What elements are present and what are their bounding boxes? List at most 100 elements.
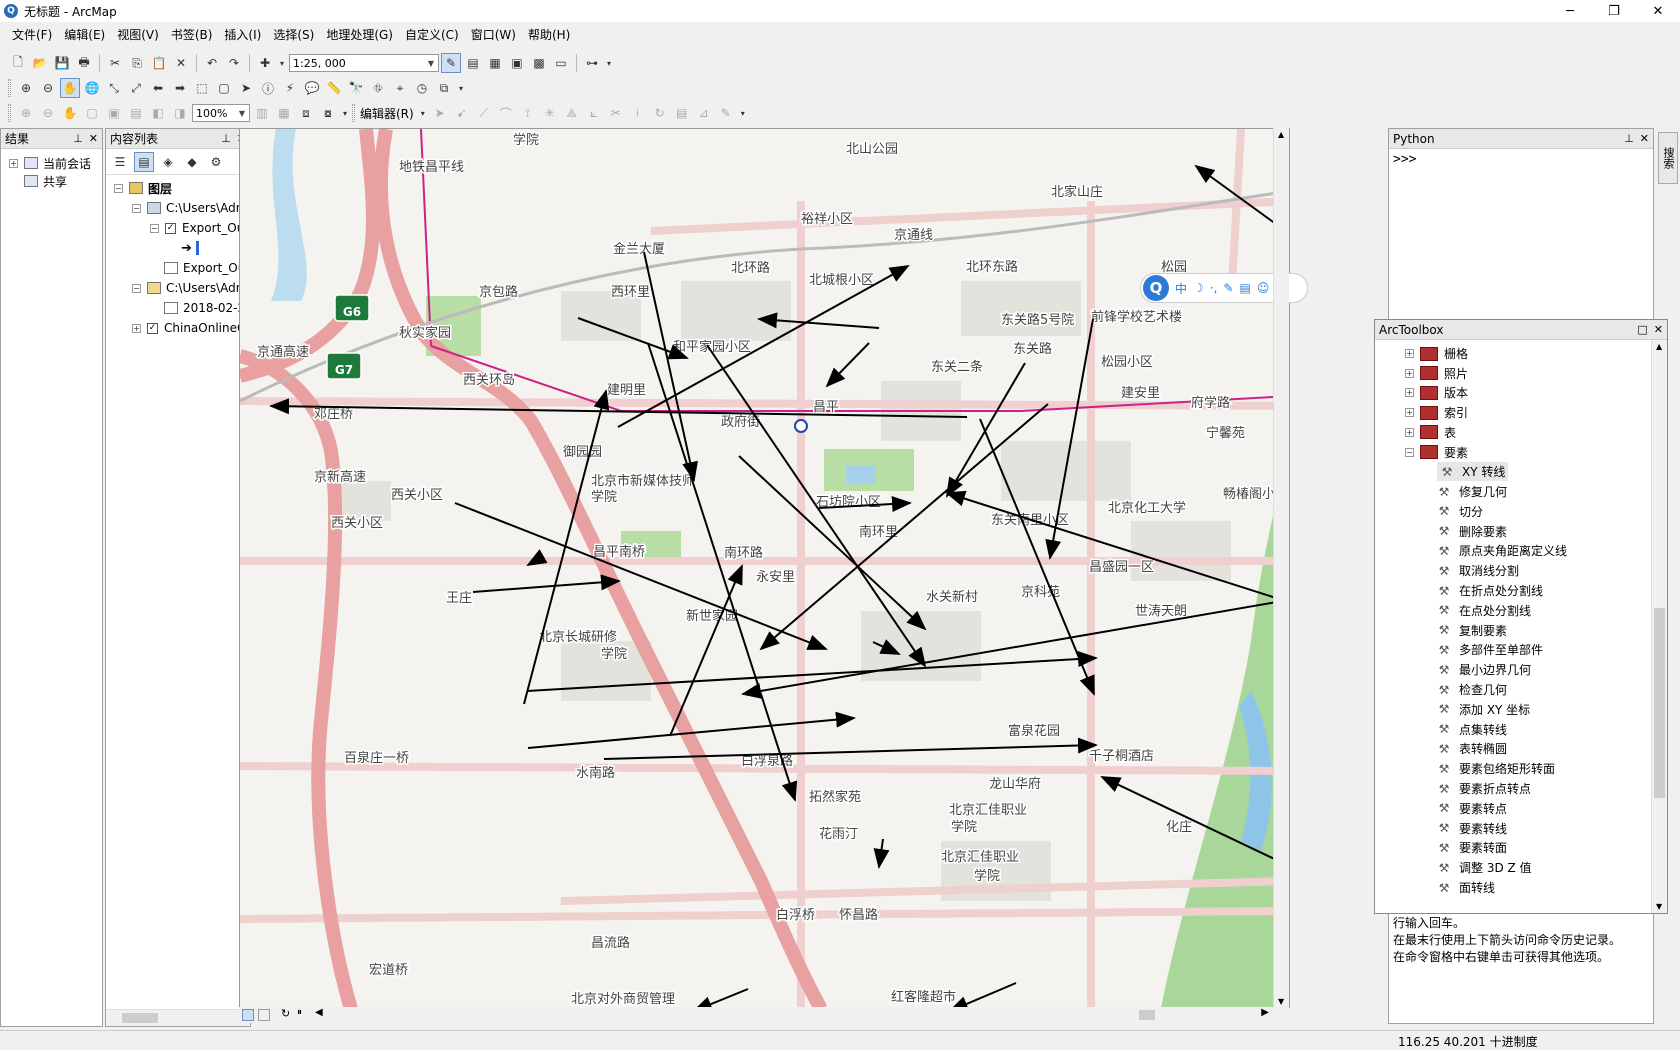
attributes-icon[interactable]: ▤ — [672, 103, 692, 123]
open-folder-icon[interactable]: 📂 — [30, 53, 50, 73]
toc-horizontal-scrollbar[interactable] — [106, 1009, 250, 1026]
collapse-icon[interactable]: − — [132, 203, 141, 213]
cut-polygons-icon[interactable]: ✂ — [606, 103, 626, 123]
scroll-down-icon[interactable]: ▼ — [1656, 902, 1662, 911]
scroll-down-icon[interactable]: ▼ — [1278, 997, 1284, 1006]
toolbox-tool[interactable]: ⚒ 在折点处分割线 — [1437, 581, 1543, 600]
toolbox-tool[interactable]: ⚒ 切分 — [1437, 502, 1483, 521]
new-document-icon[interactable]: 🗋 — [8, 53, 28, 73]
layout-zoom-out-icon[interactable]: ⊖ — [38, 103, 58, 123]
close-icon[interactable]: ✕ — [89, 132, 98, 145]
redo-icon[interactable]: ↷ — [224, 53, 244, 73]
punctuation-icon[interactable]: ·, — [1210, 281, 1218, 295]
toolbox-category[interactable]: + 索引 — [1405, 403, 1468, 422]
editor-toolbar-icon[interactable]: ✎ — [441, 53, 461, 73]
focus-data-frame-icon[interactable]: ▦ — [274, 103, 294, 123]
toolbox-tool[interactable]: ⚒ 点集转线 — [1437, 720, 1507, 739]
search-side-tab[interactable]: 搜索 — [1658, 132, 1678, 184]
toolbox-category[interactable]: + 栅格 — [1405, 344, 1468, 363]
back-extent-icon[interactable]: ⬅ — [148, 78, 168, 98]
edit-tool-icon[interactable]: ➤ — [430, 103, 450, 123]
expand-icon[interactable]: + — [1405, 408, 1414, 418]
data-driven-pages-icon[interactable]: ⧇ — [318, 103, 338, 123]
smiley-icon[interactable]: ☺ — [1257, 281, 1270, 295]
layout-zoom-in-icon[interactable]: ⊕ — [16, 103, 36, 123]
results-current-session[interactable]: + 当前会话 — [9, 154, 91, 172]
add-data-icon[interactable]: ✚ — [255, 53, 275, 73]
chevron-down-icon[interactable]: ▾ — [604, 53, 614, 73]
map-canvas[interactable]: 北山公园北家山庄裕祥小区京通线金兰大厦北环路 北环东路北城根小区西环里东关路5号院… — [240, 129, 1290, 1008]
scroll-right-icon[interactable]: ▶ — [1261, 1007, 1269, 1018]
collapse-icon[interactable]: − — [114, 183, 123, 193]
toolbox-tool[interactable]: ⚒ XY 转线 — [1437, 462, 1509, 482]
cut-icon[interactable]: ✂ — [105, 53, 125, 73]
toc-row-symbol[interactable]: ➔ — [181, 239, 199, 257]
time-slider-icon[interactable]: ◷ — [412, 78, 432, 98]
maximize-button[interactable]: ❐ — [1592, 0, 1636, 22]
clear-selection-icon[interactable]: ▢ — [214, 78, 234, 98]
close-icon[interactable]: ✕ — [1640, 132, 1649, 145]
undo-icon[interactable]: ↶ — [202, 53, 222, 73]
toolbox-tool[interactable]: ⚒ 复制要素 — [1437, 621, 1507, 640]
straight-segment-icon[interactable]: ⟋ — [474, 103, 494, 123]
previous-page-icon[interactable]: ◧ — [148, 103, 168, 123]
toolbar-grip[interactable] — [8, 79, 11, 97]
layer-visibility-checkbox[interactable]: ✓ — [147, 322, 158, 334]
find-route-icon[interactable]: ⛗ — [368, 78, 388, 98]
layout-view-icon[interactable] — [258, 1009, 270, 1021]
chevron-down-icon[interactable]: ▾ — [277, 53, 287, 73]
go-to-xy-icon[interactable]: ⌖ — [390, 78, 410, 98]
map-view[interactable]: 北山公园 北家山庄 裕祥小区 京通线 金兰大厦 北环路 北环东路 北城根小区 西环里 东关路5号院… — [239, 128, 1290, 1008]
toolbox-tool[interactable]: ⚒ 要素折点转点 — [1437, 779, 1531, 798]
python-prompt[interactable]: >>> — [1389, 149, 1653, 170]
menu-file[interactable]: 文件(F) — [6, 26, 58, 43]
fixed-zoom-layout-icon[interactable]: ▤ — [126, 103, 146, 123]
pin-icon[interactable]: ⊥ — [73, 132, 83, 145]
toolbar-grip[interactable] — [8, 104, 11, 122]
viewer-window-icon[interactable]: ⧉ — [434, 78, 454, 98]
save-icon[interactable]: 💾 — [52, 53, 72, 73]
select-elements-icon[interactable]: ➤ — [236, 78, 256, 98]
menu-insert[interactable]: 插入(I) — [218, 26, 267, 43]
scroll-left-icon[interactable]: ◀ — [315, 1007, 323, 1018]
paste-icon[interactable]: 📋 — [149, 53, 169, 73]
scroll-up-icon[interactable]: ▲ — [1278, 130, 1284, 139]
chevron-down-icon[interactable]: ▾ — [738, 103, 748, 123]
chevron-down-icon[interactable]: ▾ — [340, 103, 350, 123]
toolbox-tool[interactable]: ⚒ 检查几何 — [1437, 680, 1507, 699]
expand-icon[interactable]: + — [1405, 427, 1414, 437]
toolbox-tool[interactable]: ⚒ 在点处分割线 — [1437, 601, 1531, 620]
collapse-icon[interactable]: − — [150, 223, 159, 233]
identify-icon[interactable]: ⓘ — [258, 78, 278, 98]
search-window-icon[interactable]: ▣ — [507, 53, 527, 73]
expand-icon[interactable]: + — [1405, 349, 1414, 358]
print-icon[interactable]: 🖶 — [74, 53, 94, 73]
layout-zoom-combo[interactable]: 100% ▼ — [192, 104, 250, 122]
options-icon[interactable]: ⚙ — [206, 152, 226, 172]
toolbox-tool[interactable]: ⚒ 要素转线 — [1437, 819, 1507, 838]
toolbox-category[interactable]: + 版本 — [1405, 383, 1468, 402]
zoom-whole-page-icon[interactable]: ▢ — [82, 103, 102, 123]
toolbox-tool[interactable]: ⚒ 修复几何 — [1437, 482, 1507, 501]
point-icon[interactable]: ✳ — [540, 103, 560, 123]
chevron-down-icon[interactable]: ▾ — [418, 103, 428, 123]
toolbar-grip[interactable] — [352, 104, 355, 122]
python-window-icon[interactable]: ▭ — [551, 53, 571, 73]
catalog-icon[interactable]: ▦ — [485, 53, 505, 73]
create-features-icon[interactable]: ✎ — [716, 103, 736, 123]
menu-edit[interactable]: 编辑(E) — [58, 26, 111, 43]
model-builder-icon[interactable]: ⊶ — [582, 53, 602, 73]
scrollbar-thumb[interactable] — [1654, 608, 1665, 798]
toc-layers-root[interactable]: − 图层 — [114, 179, 172, 197]
toc-row-export-layer[interactable]: − ✓ Export_Ou — [150, 219, 244, 237]
expand-icon[interactable]: + — [1405, 368, 1414, 378]
layout-pan-icon[interactable]: ✋ — [60, 103, 80, 123]
refresh-icon[interactable]: ↻ — [281, 1007, 290, 1020]
forward-extent-icon[interactable]: ➡ — [170, 78, 190, 98]
trace-icon[interactable]: ⟟ — [518, 103, 538, 123]
menu-view[interactable]: 视图(V) — [111, 26, 165, 43]
scrollbar-thumb[interactable] — [1139, 1010, 1155, 1020]
expand-icon[interactable]: + — [132, 323, 141, 333]
chevron-down-icon[interactable]: ▾ — [456, 78, 466, 98]
endpoint-arc-icon[interactable]: ⌒ — [496, 103, 516, 123]
